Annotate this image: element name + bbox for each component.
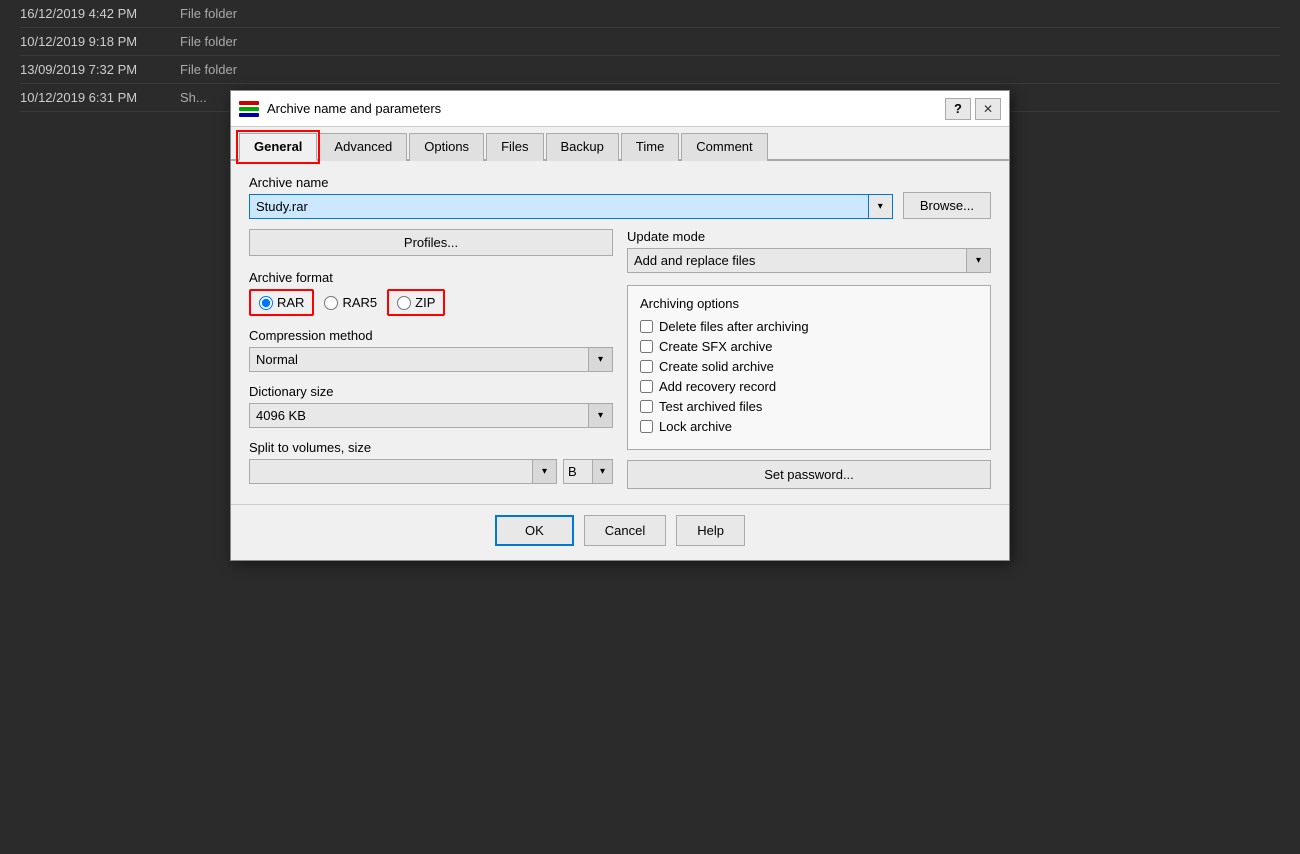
archive-name-input[interactable] (250, 195, 868, 218)
archive-name-dropdown-icon[interactable]: ▾ (868, 195, 892, 218)
split-row: ▾ B KB MB GB ▾ (249, 459, 613, 484)
title-bar: Archive name and parameters ? ✕ (231, 91, 1009, 127)
split-dropdown-icon[interactable]: ▾ (532, 460, 556, 483)
dialog-footer: OK Cancel Help (231, 504, 1009, 560)
update-mode-select[interactable]: Add and replace files Update and add fil… (628, 249, 966, 272)
split-unit-select[interactable]: B KB MB GB (564, 460, 592, 483)
archive-name-input-wrapper: ▾ (249, 194, 893, 219)
tab-general[interactable]: General (239, 133, 317, 161)
dialog-body: Archive name ▾ Browse... Profiles... Arc… (231, 161, 1009, 504)
help-button[interactable]: Help (676, 515, 745, 546)
tab-comment[interactable]: Comment (681, 133, 767, 161)
set-password-button[interactable]: Set password... (627, 460, 991, 489)
option-test-archived[interactable]: Test archived files (640, 399, 978, 414)
tab-advanced[interactable]: Advanced (319, 133, 407, 161)
option-delete-files[interactable]: Delete files after archiving (640, 319, 978, 334)
app-icon (239, 101, 259, 117)
split-label: Split to volumes, size (249, 440, 613, 455)
compression-label: Compression method (249, 328, 613, 343)
archive-name-group: Archive name ▾ (249, 175, 893, 219)
ok-button[interactable]: OK (495, 515, 574, 546)
cancel-button[interactable]: Cancel (584, 515, 666, 546)
option-create-solid-label: Create solid archive (659, 359, 774, 374)
tab-backup[interactable]: Backup (546, 133, 619, 161)
option-test-archived-label: Test archived files (659, 399, 762, 414)
split-input-wrapper: ▾ (249, 459, 557, 484)
format-zip-label: ZIP (415, 295, 435, 310)
format-rar5-option[interactable]: RAR5 (324, 295, 377, 310)
compression-select[interactable]: Store Fastest Fast Normal Good Best (250, 348, 588, 371)
left-column: Profiles... Archive format RAR RAR5 (249, 229, 613, 490)
update-mode-select-wrapper: Add and replace files Update and add fil… (627, 248, 991, 273)
archive-format-group: Archive format RAR RAR5 ZIP (249, 270, 613, 316)
format-rar5-label: RAR5 (342, 295, 377, 310)
option-create-sfx[interactable]: Create SFX archive (640, 339, 978, 354)
dictionary-size-group: Dictionary size 128 KB 256 KB 512 KB 102… (249, 384, 613, 428)
dictionary-select-wrapper: 128 KB 256 KB 512 KB 1024 KB 2048 KB 409… (249, 403, 613, 428)
archiving-options-title: Archiving options (640, 296, 978, 311)
format-rar-label: RAR (277, 295, 304, 310)
option-lock-archive[interactable]: Lock archive (640, 419, 978, 434)
list-item: 10/12/2019 9:18 PM File folder (20, 28, 1280, 56)
archive-format-label: Archive format (249, 270, 613, 285)
dictionary-select[interactable]: 128 KB 256 KB 512 KB 1024 KB 2048 KB 409… (250, 404, 588, 427)
dictionary-dropdown-icon[interactable]: ▾ (588, 404, 612, 427)
archive-format-radio-group: RAR RAR5 ZIP (249, 289, 613, 316)
right-column: Update mode Add and replace files Update… (627, 229, 991, 490)
close-button[interactable]: ✕ (975, 98, 1001, 120)
update-mode-group: Update mode Add and replace files Update… (627, 229, 991, 273)
profiles-button[interactable]: Profiles... (249, 229, 613, 256)
split-unit-wrapper: B KB MB GB ▾ (563, 459, 613, 484)
tab-options[interactable]: Options (409, 133, 484, 161)
main-content: Profiles... Archive format RAR RAR5 (249, 229, 991, 490)
update-mode-label: Update mode (627, 229, 991, 244)
option-delete-files-label: Delete files after archiving (659, 319, 809, 334)
format-zip-option[interactable]: ZIP (387, 289, 445, 316)
archive-name-label: Archive name (249, 175, 893, 190)
option-create-solid[interactable]: Create solid archive (640, 359, 978, 374)
help-icon-button[interactable]: ? (945, 98, 971, 120)
dictionary-label: Dictionary size (249, 384, 613, 399)
option-add-recovery[interactable]: Add recovery record (640, 379, 978, 394)
browse-button[interactable]: Browse... (903, 192, 991, 219)
archive-name-row: Archive name ▾ Browse... (249, 175, 991, 219)
tab-files[interactable]: Files (486, 133, 543, 161)
update-mode-dropdown-icon[interactable]: ▾ (966, 249, 990, 272)
split-volumes-group: Split to volumes, size ▾ B KB MB GB (249, 440, 613, 484)
title-bar-controls: ? ✕ (945, 98, 1001, 120)
tab-time[interactable]: Time (621, 133, 679, 161)
compression-method-group: Compression method Store Fastest Fast No… (249, 328, 613, 372)
split-unit-dropdown-icon[interactable]: ▾ (592, 460, 612, 483)
dialog-title: Archive name and parameters (267, 101, 945, 116)
option-add-recovery-label: Add recovery record (659, 379, 776, 394)
split-size-input[interactable] (250, 460, 532, 483)
archiving-options-box: Archiving options Delete files after arc… (627, 285, 991, 450)
option-create-sfx-label: Create SFX archive (659, 339, 772, 354)
archive-parameters-dialog: Archive name and parameters ? ✕ General … (230, 90, 1010, 561)
compression-dropdown-icon[interactable]: ▾ (588, 348, 612, 371)
option-lock-archive-label: Lock archive (659, 419, 732, 434)
format-rar-option[interactable]: RAR (249, 289, 314, 316)
list-item: 16/12/2019 4:42 PM File folder (20, 0, 1280, 28)
compression-select-wrapper: Store Fastest Fast Normal Good Best ▾ (249, 347, 613, 372)
list-item: 13/09/2019 7:32 PM File folder (20, 56, 1280, 84)
tab-bar: General Advanced Options Files Backup Ti… (231, 127, 1009, 161)
